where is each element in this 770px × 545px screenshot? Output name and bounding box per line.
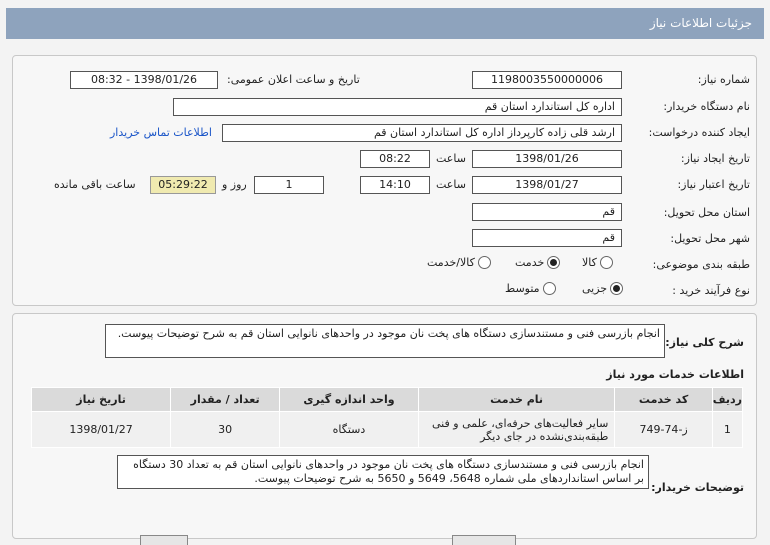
created-date-field: 1398/01/26 <box>472 150 622 168</box>
need-number-field: 1198003550000006 <box>472 71 622 89</box>
radio-off-icon <box>599 256 613 269</box>
city-label: شهر محل تحویل: <box>670 232 750 245</box>
cell-code: ز-74-749 <box>614 411 713 448</box>
radio-on-icon <box>610 282 624 295</box>
col-header-name: نام خدمت <box>417 387 616 412</box>
bottom-button-middle[interactable] <box>452 535 516 545</box>
page-title-bar: جزئیات اطلاعات نیاز <box>6 8 764 39</box>
requester-field: ارشد قلی زاده کارپرداز اداره کل استاندار… <box>222 124 622 142</box>
need-number-label: شماره نیاز: <box>697 73 750 86</box>
category-service-radio[interactable]: خدمت <box>515 256 561 269</box>
table-header-row: ردیف کد خدمت نام خدمت واحد اندازه گیری ت… <box>30 387 744 412</box>
need-details-panel: شرح کلی نیاز: انجام بازرسی فنی و مستندسا… <box>12 313 757 539</box>
col-header-quantity: تعداد / مقدار <box>170 387 281 412</box>
col-header-code: کد خدمت <box>614 387 713 412</box>
valid-time-field: 14:10 <box>360 176 430 194</box>
buyer-org-label: نام دستگاه خریدار: <box>663 100 750 113</box>
col-header-unit: واحد اندازه گیری <box>279 387 419 412</box>
days-label: روز و <box>222 178 247 191</box>
process-medium-label: متوسط <box>505 282 540 295</box>
services-title: اطلاعات خدمات مورد نیاز <box>606 368 744 381</box>
days-remaining-field: 1 <box>254 176 324 194</box>
cell-date: 1398/01/27 <box>30 411 172 448</box>
process-label: نوع فرآیند خرید : <box>672 284 750 297</box>
created-time-label: ساعت <box>436 152 466 165</box>
category-goods-service-radio[interactable]: کالا/خدمت <box>427 256 491 269</box>
remaining-label: ساعت باقی مانده <box>54 178 136 191</box>
process-partial-label: جزیی <box>582 282 608 295</box>
process-medium-radio[interactable]: متوسط <box>505 282 556 295</box>
radio-off-icon <box>542 282 556 295</box>
cell-unit: دستگاه <box>279 411 419 448</box>
radio-on-icon <box>547 256 561 269</box>
process-partial-radio[interactable]: جزیی <box>582 282 624 295</box>
category-goods-radio[interactable]: کالا <box>582 256 613 269</box>
remaining-time-field: 05:29:22 <box>150 176 216 194</box>
buyer-notes-label: توضیحات خریدار: <box>651 481 744 494</box>
province-label: استان محل تحویل: <box>663 206 750 219</box>
category-service-label: خدمت <box>515 256 545 269</box>
radio-off-icon <box>477 256 491 269</box>
cell-quantity: 30 <box>170 411 281 448</box>
summary-text: انجام بازرسی فنی و مستندسازی دستگاه های … <box>105 324 665 358</box>
cell-name: سایر فعالیت‌های حرفه‌ای، علمی و فنی طبقه… <box>417 411 616 448</box>
buyer-notes-text: انجام بازرسی فنی و مستندسازی دستگاه های … <box>117 455 649 489</box>
summary-label: شرح کلی نیاز: <box>665 336 744 349</box>
valid-date-label: تاریخ اعتبار نیاز: <box>677 178 750 191</box>
page-title: جزئیات اطلاعات نیاز <box>649 16 752 30</box>
col-header-row-number: ردیف <box>711 387 744 412</box>
valid-date-field: 1398/01/27 <box>472 176 622 194</box>
bottom-button-left[interactable] <box>140 535 188 545</box>
valid-time-label: ساعت <box>436 178 466 191</box>
created-date-label: تاریخ ایجاد نیاز: <box>680 152 750 165</box>
cell-row-number: 1 <box>711 411 744 448</box>
created-time-field: 08:22 <box>360 150 430 168</box>
buyer-org-field: اداره کل استاندارد استان قم <box>173 98 622 116</box>
announce-label: تاریخ و ساعت اعلان عمومی: <box>227 73 360 86</box>
table-row: 1 ز-74-749 سایر فعالیت‌های حرفه‌ای، علمی… <box>30 411 744 448</box>
services-table: ردیف کد خدمت نام خدمت واحد اندازه گیری ت… <box>30 387 744 448</box>
announce-datetime-field: 1398/01/26 - 08:32 <box>70 71 218 89</box>
category-goods-label: کالا <box>582 256 597 269</box>
city-field: قم <box>472 229 622 247</box>
buyer-contact-link[interactable]: اطلاعات تماس خریدار <box>110 126 212 139</box>
requester-label: ایجاد کننده درخواست: <box>648 126 750 139</box>
col-header-date: تاریخ نیاز <box>30 387 172 412</box>
category-goods-service-label: کالا/خدمت <box>427 256 475 269</box>
province-field: قم <box>472 203 622 221</box>
category-label: طبقه بندی موضوعی: <box>652 258 750 271</box>
